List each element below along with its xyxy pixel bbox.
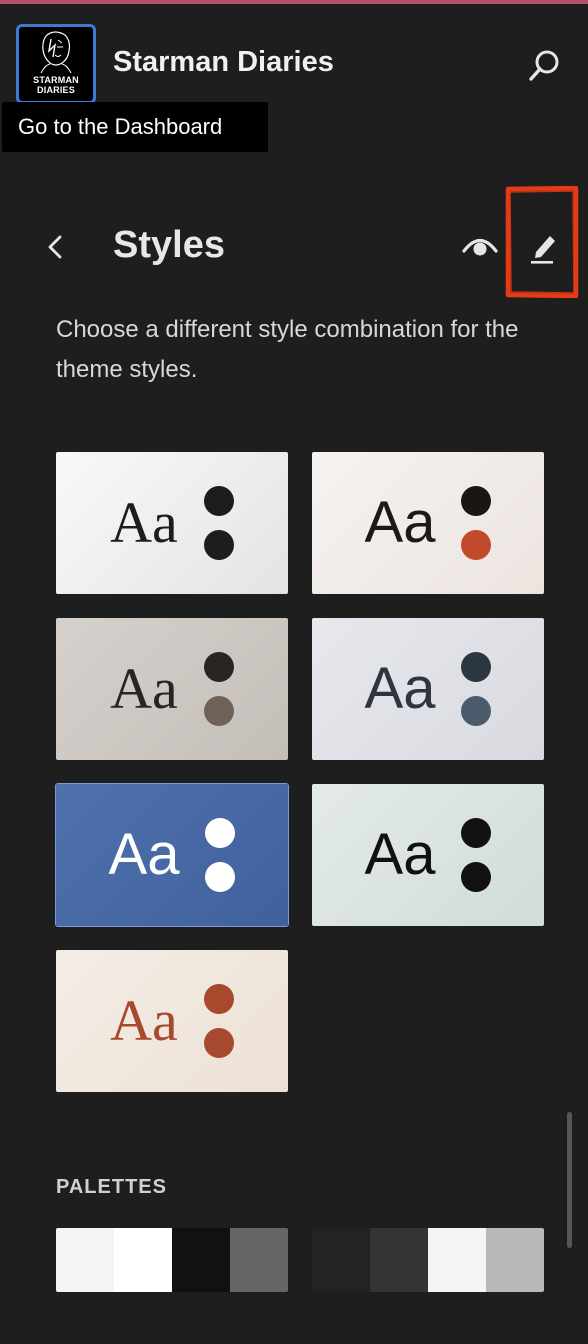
- color-dot: [461, 862, 492, 892]
- palettes-grid: [56, 1228, 544, 1292]
- chevron-left-icon: [48, 235, 62, 259]
- scrollbar-thumb[interactable]: [567, 1112, 572, 1248]
- color-dots: [203, 652, 234, 726]
- typography-sample: Aa: [110, 656, 178, 721]
- style-variation-card[interactable]: Aa: [55, 783, 289, 927]
- style-variation-card[interactable]: Aa: [56, 618, 288, 760]
- back-button[interactable]: [32, 222, 80, 272]
- palettes-heading: PALETTES: [56, 1176, 167, 1198]
- preview-button[interactable]: [456, 222, 504, 270]
- edit-styles-button[interactable]: [518, 222, 568, 272]
- palette-swatch: [114, 1228, 172, 1292]
- palette-swatch: [428, 1228, 486, 1292]
- search-button[interactable]: [520, 42, 568, 90]
- site-title: Starman Diaries: [113, 46, 334, 78]
- starman-face-icon: [40, 31, 72, 74]
- color-dot: [461, 530, 492, 560]
- color-dot: [205, 818, 236, 848]
- color-dots: [203, 984, 234, 1058]
- color-dot: [461, 818, 492, 848]
- palette-swatch: [486, 1228, 544, 1292]
- color-dot: [461, 696, 492, 726]
- style-variation-card[interactable]: Aa: [312, 784, 544, 926]
- color-dots: [461, 818, 492, 892]
- color-dot: [203, 984, 234, 1014]
- color-dot: [203, 696, 234, 726]
- panel-title: Styles: [113, 224, 225, 266]
- style-variation-card[interactable]: Aa: [56, 452, 288, 594]
- palette-option[interactable]: [56, 1228, 288, 1292]
- typography-sample: Aa: [364, 490, 436, 555]
- typography-sample: Aa: [110, 988, 178, 1053]
- style-variation-card[interactable]: Aa: [56, 950, 288, 1092]
- color-dot: [203, 530, 234, 560]
- style-variation-card[interactable]: Aa: [312, 452, 544, 594]
- panel-description: Choose a different style combination for…: [56, 316, 519, 383]
- color-dot: [203, 652, 234, 682]
- color-dot: [203, 486, 234, 516]
- palette-swatch: [370, 1228, 428, 1292]
- color-dot: [461, 652, 492, 682]
- logo-text-line1: STARMAN: [33, 75, 79, 85]
- color-dot: [461, 486, 492, 516]
- typography-sample: Aa: [110, 490, 178, 555]
- typography-sample: Aa: [364, 656, 436, 721]
- color-dot: [205, 862, 236, 892]
- site-header: STARMAN DIARIES Starman Diaries: [0, 4, 588, 114]
- typography-sample: Aa: [364, 822, 436, 887]
- logo-text-line2: DIARIES: [37, 85, 75, 95]
- style-variations-grid: Aa Aa Aa Aa Aa Aa Aa: [55, 452, 544, 1092]
- palette-option[interactable]: [312, 1228, 544, 1292]
- style-variation-card[interactable]: Aa: [312, 618, 544, 760]
- color-dots: [461, 652, 492, 726]
- color-dots: [205, 818, 236, 892]
- palette-swatch: [230, 1228, 288, 1292]
- palette-swatch: [56, 1228, 114, 1292]
- site-logo-button[interactable]: STARMAN DIARIES: [16, 24, 96, 104]
- palette-swatch: [312, 1228, 370, 1292]
- typography-sample: Aa: [108, 822, 180, 887]
- color-dot: [203, 1028, 234, 1058]
- palette-swatch: [172, 1228, 230, 1292]
- dashboard-tooltip: Go to the Dashboard: [2, 102, 268, 152]
- color-dots: [461, 486, 492, 560]
- color-dots: [203, 486, 234, 560]
- pencil-icon: [531, 236, 555, 264]
- search-icon: [529, 50, 559, 81]
- eye-icon: [462, 238, 498, 256]
